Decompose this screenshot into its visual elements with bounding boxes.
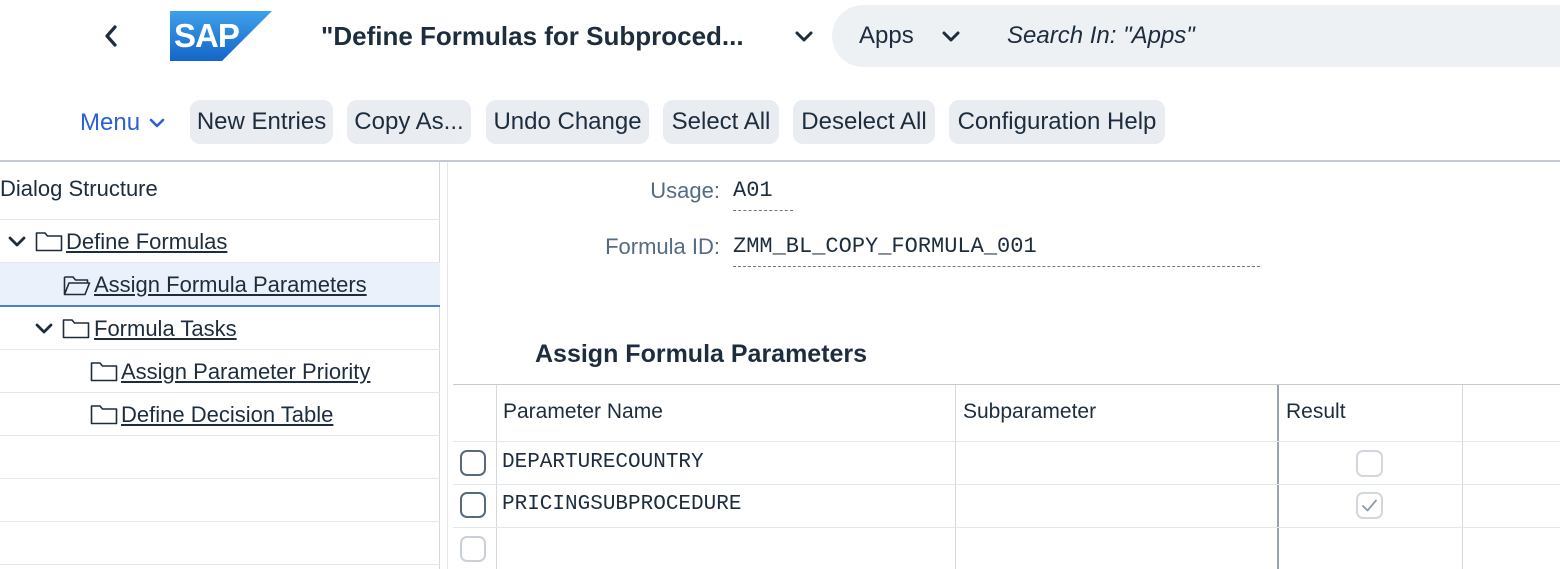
new-entries-button[interactable]: New Entries [190,100,333,144]
table-col-divider [1462,385,1463,569]
column-header-subparameter[interactable]: Subparameter [963,400,1096,424]
toolbar-divider [0,160,1560,162]
chevron-down-icon [795,31,813,42]
menu-label: Menu [80,109,141,136]
column-header-result[interactable]: Result [1286,400,1346,424]
pane-divider-inner [447,162,448,569]
tree-item-label: Assign Formula Parameters [94,272,367,297]
result-checkbox [1356,450,1383,477]
chevron-down-icon[interactable] [34,320,54,338]
tree-item-assign-parameter-priority[interactable]: Assign Parameter Priority [0,350,440,392]
usage-label: Usage: [650,178,720,203]
folder-icon [62,319,90,339]
table-top-border [453,384,1560,385]
table-col-divider [496,385,497,569]
formula-id-underline [733,266,1260,267]
sap-logo-text: SAP [174,17,239,54]
table-row-divider [453,441,1560,442]
tree-item-assign-formula-parameters[interactable]: Assign Formula Parameters [0,263,440,307]
tree-item-define-formulas[interactable]: Define Formulas [0,220,440,262]
dialog-structure-title: Dialog Structure [0,176,158,201]
row-select-checkbox[interactable] [460,536,486,562]
tree-divider [0,564,440,565]
folder-icon [90,362,118,382]
chevron-left-icon [105,25,117,47]
table-row-divider [453,527,1560,528]
formula-id-value: ZMM_BL_COPY_FORMULA_001 [733,234,1037,259]
table-row-divider [453,484,1560,485]
deselect-all-button[interactable]: Deselect All [793,100,935,144]
checkmark-icon [1362,499,1377,512]
folder-icon [35,232,63,252]
sap-logo: SAP [170,11,272,61]
tree-item-label: Formula Tasks [94,316,237,341]
formula-id-label: Formula ID: [605,234,720,259]
tree-item-label: Define Decision Table [121,402,334,427]
chevron-down-icon [942,31,960,42]
column-header-parameter-name[interactable]: Parameter Name [503,400,663,424]
search-scope-select[interactable]: Apps [859,18,914,54]
usage-underline [733,210,793,211]
search-input[interactable] [1007,17,1527,55]
app-title[interactable]: "Define Formulas for Subproced... [321,18,744,54]
search-scope-chevron[interactable] [940,27,962,47]
chevron-down-icon [149,118,165,128]
row-select-checkbox[interactable] [460,450,486,476]
tree-item-define-decision-table[interactable]: Define Decision Table [0,393,440,435]
table-col-divider [955,385,956,569]
folder-icon [90,405,118,425]
tree-item-formula-tasks[interactable]: Formula Tasks [0,307,440,349]
back-button[interactable] [100,20,122,52]
parameter-name-cell: PRICINGSUBPROCEDURE [502,493,742,516]
tree-item-label: Define Formulas [66,229,228,254]
configuration-help-button[interactable]: Configuration Help [949,100,1165,144]
undo-change-button[interactable]: Undo Change [486,100,649,144]
chevron-down-icon[interactable] [7,233,27,251]
row-select-checkbox[interactable] [460,492,486,518]
tree-divider [0,521,440,522]
usage-value: A01 [733,178,773,203]
result-checkbox [1356,492,1383,519]
title-menu-chevron[interactable] [793,27,815,47]
copy-as-button[interactable]: Copy As... [347,100,471,144]
menu-button[interactable]: Menu [80,104,166,142]
tree-item-label: Assign Parameter Priority [121,359,371,384]
table-col-divider [1277,385,1279,569]
section-title: Assign Formula Parameters [535,340,868,368]
parameter-name-cell: DEPARTURECOUNTRY [502,451,704,474]
tree-divider [0,478,440,479]
select-all-button[interactable]: Select All [663,100,779,144]
tree-divider [0,435,440,436]
folder-open-icon [63,276,91,296]
